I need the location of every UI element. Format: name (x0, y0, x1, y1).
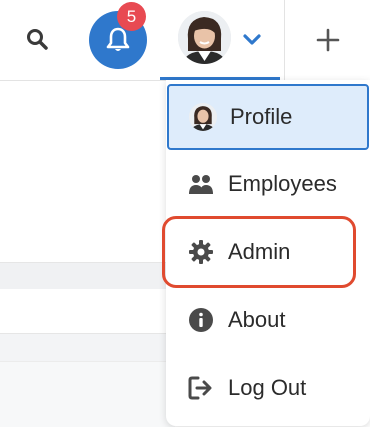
menu-item-label: About (228, 307, 286, 332)
background-row (0, 361, 175, 427)
notification-count-badge: 5 (117, 2, 146, 31)
search-icon (27, 29, 48, 50)
user-dropdown-menu: Profile Employees Admin About Log Out (166, 80, 370, 426)
menu-item-logout[interactable]: Log Out (167, 356, 369, 420)
menu-item-about[interactable]: About (167, 288, 369, 352)
menu-item-label: Admin (228, 239, 291, 264)
avatar (178, 11, 231, 64)
add-button[interactable] (284, 0, 370, 80)
users-icon (187, 170, 215, 198)
search-button[interactable] (22, 24, 52, 54)
menu-item-label: Log Out (228, 375, 307, 400)
menu-item-employees[interactable]: Employees (167, 152, 369, 216)
user-menu-trigger[interactable] (160, 0, 280, 80)
menu-item-label: Employees (228, 171, 337, 196)
gear-icon (187, 238, 215, 266)
plus-icon (316, 28, 340, 52)
background-row (0, 262, 175, 289)
background-row (0, 333, 175, 362)
logout-icon (187, 374, 215, 402)
top-bar: 5 (0, 0, 370, 81)
avatar (189, 103, 217, 131)
menu-item-label: Profile (230, 104, 293, 129)
info-icon (187, 306, 215, 334)
menu-item-profile[interactable]: Profile (167, 84, 369, 150)
chevron-down-icon (243, 34, 261, 45)
menu-item-admin[interactable]: Admin (167, 220, 369, 284)
